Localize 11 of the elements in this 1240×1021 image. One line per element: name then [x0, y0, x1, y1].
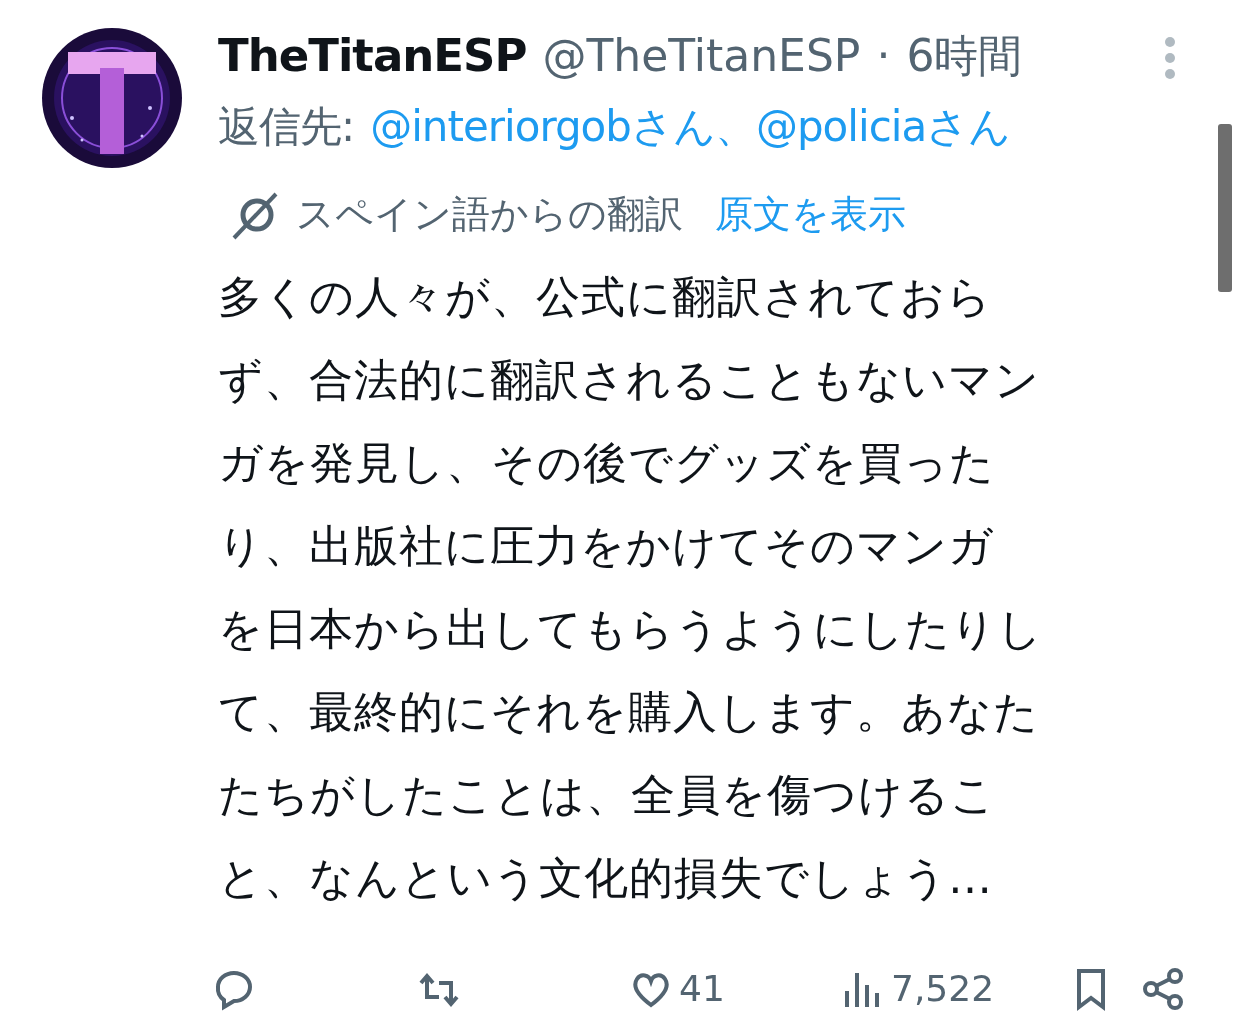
timestamp[interactable]: 6時間: [906, 28, 1023, 84]
author-handle[interactable]: @TheTitanESP: [542, 28, 861, 84]
tweet-text: 多くの人々が、公式に翻訳されておら ず、合法的に翻訳されることもないマン ガを発見し、その後でグッズを買った り、出版社に圧力をかけてそのマンガ を日本から出してもらうようにしたりし て、最終的にそれを購入します。あなた たちがしたことは、全員を傷つけるこ と、なんという文化的損失でしょう…: [218, 270, 1044, 905]
author-name[interactable]: TheTitanESP: [218, 28, 527, 84]
comma: 、: [714, 101, 756, 153]
separator-dot: ·: [876, 29, 891, 83]
like-button[interactable]: 41: [629, 962, 841, 1016]
share-icon: [1141, 967, 1185, 1011]
views-button[interactable]: 7,522: [841, 962, 1069, 1016]
reply-label: 返信先:: [218, 101, 355, 153]
translation-label: スペイン語からの翻訳: [296, 191, 683, 238]
